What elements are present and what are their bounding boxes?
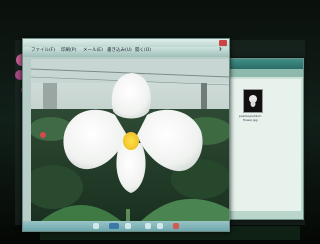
file-explorer-window[interactable]: paphiopedilum flower.jpg [222, 58, 304, 220]
orchid-photo [31, 59, 229, 221]
menu-burn[interactable]: 書き込み(U) [107, 48, 132, 54]
photo-viewer-window[interactable]: ファイル(F) 印刷(P) メール(E) 書き込み(U) 開く(O) ? [22, 38, 230, 232]
explorer-title-bar[interactable] [223, 59, 303, 69]
menu-email[interactable]: メール(E) [83, 48, 103, 54]
file-name-line-2: flower.jpg [243, 118, 258, 122]
explorer-file-area[interactable]: paphiopedilum flower.jpg [225, 79, 301, 211]
menu-print[interactable]: 印刷(P) [61, 48, 76, 54]
next-icon[interactable] [125, 223, 131, 229]
close-icon[interactable] [219, 40, 227, 46]
viewer-toolbar [23, 221, 229, 231]
file-thumbnail[interactable] [243, 89, 263, 113]
previous-icon[interactable] [93, 223, 99, 229]
menu-file[interactable]: ファイル(F) [31, 48, 55, 54]
explorer-nav-bar[interactable] [223, 69, 303, 77]
viewer-title-bar[interactable] [23, 39, 229, 47]
slideshow-icon[interactable] [109, 223, 119, 229]
viewer-menu-bar: ファイル(F) 印刷(P) メール(E) 書き込み(U) 開く(O) ? [23, 47, 229, 57]
menu-open[interactable]: 開く(O) [135, 48, 151, 54]
delete-icon[interactable] [173, 223, 179, 229]
rotate-left-icon[interactable] [145, 223, 151, 229]
rotate-right-icon[interactable] [157, 223, 163, 229]
help-icon[interactable]: ? [219, 48, 222, 54]
